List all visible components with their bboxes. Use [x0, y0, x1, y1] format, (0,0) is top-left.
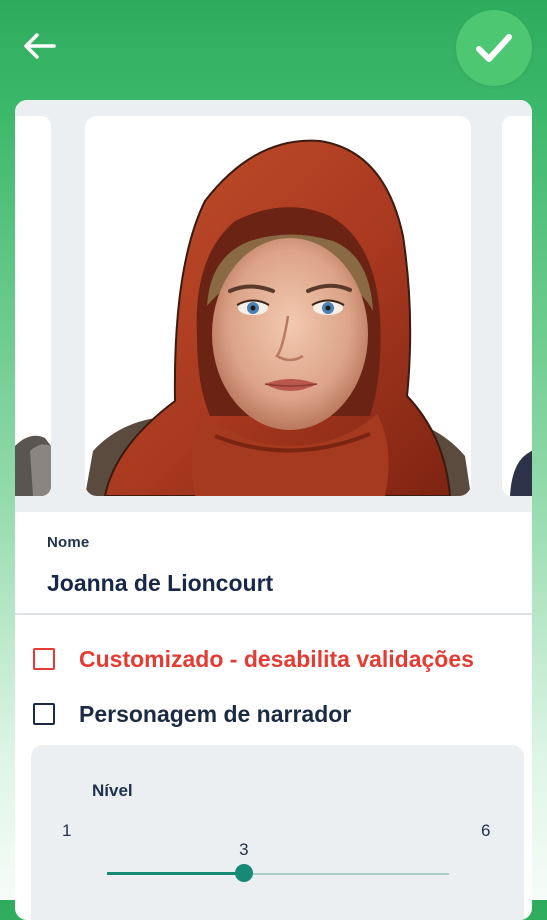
level-min-label: 1 — [62, 821, 72, 840]
name-field-underline — [15, 613, 532, 615]
narrator-checkbox-label: Personagem de narrador — [79, 700, 352, 727]
back-button[interactable] — [14, 24, 64, 68]
name-field-value[interactable]: Joanna de Lioncourt — [47, 570, 273, 597]
narrator-checkbox[interactable] — [33, 703, 55, 725]
level-slider-active-track — [107, 872, 244, 875]
level-panel: Nível 1 6 3 — [31, 745, 524, 920]
portrait-selected[interactable] — [85, 116, 471, 496]
level-label: Nível — [92, 781, 133, 800]
level-slider-thumb[interactable] — [234, 864, 253, 882]
portrait-carousel[interactable] — [15, 100, 532, 512]
portrait-next[interactable] — [502, 116, 532, 496]
custom-checkbox[interactable] — [33, 648, 55, 670]
level-current-value: 3 — [239, 840, 249, 859]
confirm-button[interactable] — [456, 10, 532, 86]
name-field[interactable]: Nome Joanna de Lioncourt — [15, 512, 532, 616]
portrait-next-image — [502, 116, 532, 496]
arrow-left-icon — [24, 33, 56, 59]
custom-checkbox-row[interactable]: Customizado - desabilita validações — [33, 639, 474, 679]
character-card: Nome Joanna de Lioncourt Customizado - d… — [15, 100, 532, 920]
character-portrait-image — [85, 116, 471, 496]
portrait-previous[interactable] — [15, 116, 51, 496]
name-field-label: Nome — [47, 534, 90, 551]
check-icon — [476, 34, 512, 62]
level-max-label: 6 — [481, 821, 491, 840]
portrait-previous-image — [15, 116, 51, 496]
custom-checkbox-label: Customizado - desabilita validações — [79, 645, 474, 672]
narrator-checkbox-row[interactable]: Personagem de narrador — [33, 694, 351, 734]
